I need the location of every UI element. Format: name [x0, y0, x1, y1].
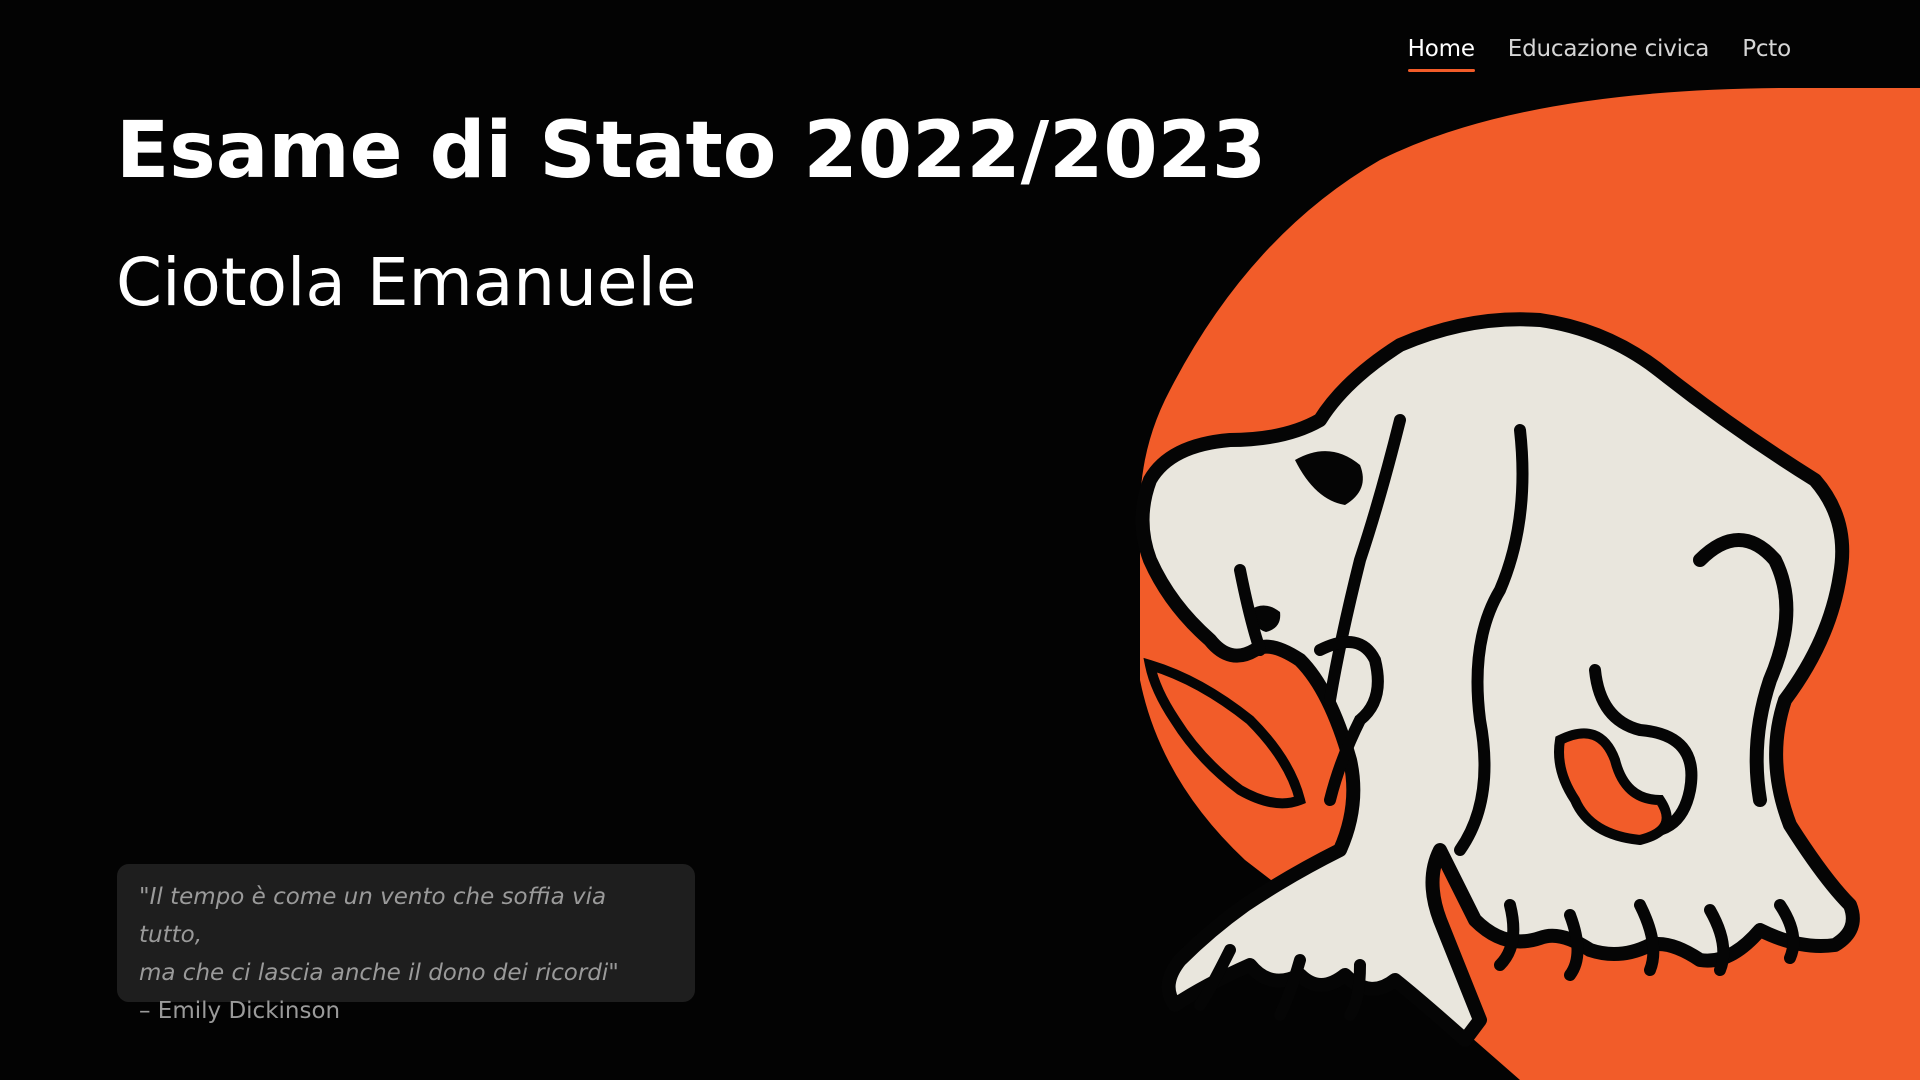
- nav-link-educazione-civica[interactable]: Educazione civica: [1508, 36, 1710, 70]
- page-title: Esame di Stato 2022/2023: [116, 106, 1267, 196]
- quote-author: – Emily Dickinson: [139, 998, 341, 1024]
- nav-link-home[interactable]: Home: [1407, 36, 1475, 72]
- quote-line-1: "Il tempo è come un vento che soffia via…: [139, 884, 607, 948]
- quote-line-2: ma che ci lascia anche il dono dei ricor…: [139, 960, 619, 986]
- main-nav: Home Educazione civica Pcto: [1407, 36, 1791, 72]
- nav-link-pcto[interactable]: Pcto: [1742, 36, 1791, 70]
- student-name: Ciotola Emanuele: [116, 244, 697, 321]
- quote-card: "Il tempo è come un vento che soffia via…: [117, 864, 695, 1024]
